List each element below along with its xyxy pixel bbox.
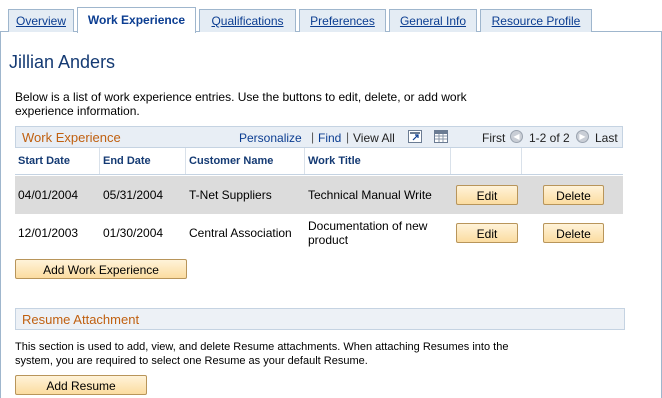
- delete-button[interactable]: Delete: [543, 223, 604, 243]
- customer-name-cell: Central Association: [189, 226, 292, 240]
- add-work-experience-button[interactable]: Add Work Experience: [15, 259, 187, 279]
- start-date-cell: 04/01/2004: [18, 188, 79, 202]
- tab-resource-profile[interactable]: Resource Profile: [480, 9, 592, 32]
- start-date-cell: 12/01/2003: [18, 226, 79, 240]
- view-all-link[interactable]: View All: [353, 131, 395, 145]
- header-rule: [15, 174, 623, 175]
- end-date-cell: 01/30/2004: [103, 226, 164, 240]
- column-divider: [450, 148, 451, 174]
- work-experience-grid-header: Work Experience Personalize | Find | Vie…: [15, 126, 623, 148]
- column-header-work-title[interactable]: Work Title: [308, 148, 361, 174]
- tab-overview[interactable]: Overview: [8, 9, 74, 32]
- zoom-window-icon[interactable]: [408, 130, 422, 143]
- column-divider: [99, 148, 100, 174]
- prev-arrow-icon[interactable]: ◀: [510, 130, 523, 143]
- section-title: Resume Attachment: [22, 312, 140, 327]
- tab-preferences[interactable]: Preferences: [299, 9, 386, 32]
- tab-qualifications[interactable]: Qualifications: [199, 9, 296, 32]
- nav-separator: |: [346, 130, 350, 144]
- first-label: First: [482, 131, 506, 145]
- work-title-cell: Documentation of new product: [308, 219, 428, 247]
- edit-button[interactable]: Edit: [456, 185, 518, 205]
- grid-title: Work Experience: [22, 130, 121, 145]
- resume-description: This section is used to add, view, and d…: [15, 341, 509, 367]
- page-title: Jillian Anders: [9, 52, 116, 72]
- column-header-start-date[interactable]: Start Date: [18, 148, 70, 174]
- customer-name-cell: T-Net Suppliers: [189, 188, 272, 202]
- tab-bar: Overview Work Experience Qualifications …: [0, 0, 662, 33]
- column-header-end-date[interactable]: End Date: [103, 148, 151, 174]
- intro-text: Below is a list of work experience entri…: [15, 90, 467, 118]
- nav-separator: |: [311, 130, 315, 144]
- table-row: 04/01/2004 05/31/2004 T-Net Suppliers Te…: [15, 176, 623, 214]
- find-link[interactable]: Find: [318, 131, 341, 145]
- column-divider: [521, 148, 522, 174]
- column-divider: [304, 148, 305, 174]
- resume-attachment-header: Resume Attachment: [15, 308, 625, 330]
- end-date-cell: 05/31/2004: [103, 188, 164, 202]
- work-title-cell: Technical Manual Write: [308, 188, 432, 202]
- tab-general-info[interactable]: General Info: [389, 9, 477, 32]
- table-row: 12/01/2003 01/30/2004 Central Associatio…: [15, 214, 623, 252]
- add-resume-button[interactable]: Add Resume: [15, 375, 147, 395]
- last-label: Last: [595, 131, 618, 145]
- tab-work-experience[interactable]: Work Experience: [77, 7, 196, 33]
- row-range: 1-2 of 2: [529, 131, 570, 145]
- edit-button[interactable]: Edit: [456, 223, 518, 243]
- page-frame-left: [0, 32, 1, 398]
- download-grid-icon[interactable]: [434, 130, 448, 143]
- next-arrow-icon[interactable]: ▶: [576, 130, 589, 143]
- personalize-link[interactable]: Personalize: [239, 131, 302, 145]
- column-divider: [185, 148, 186, 174]
- column-header-customer-name[interactable]: Customer Name: [189, 148, 273, 174]
- delete-button[interactable]: Delete: [543, 185, 604, 205]
